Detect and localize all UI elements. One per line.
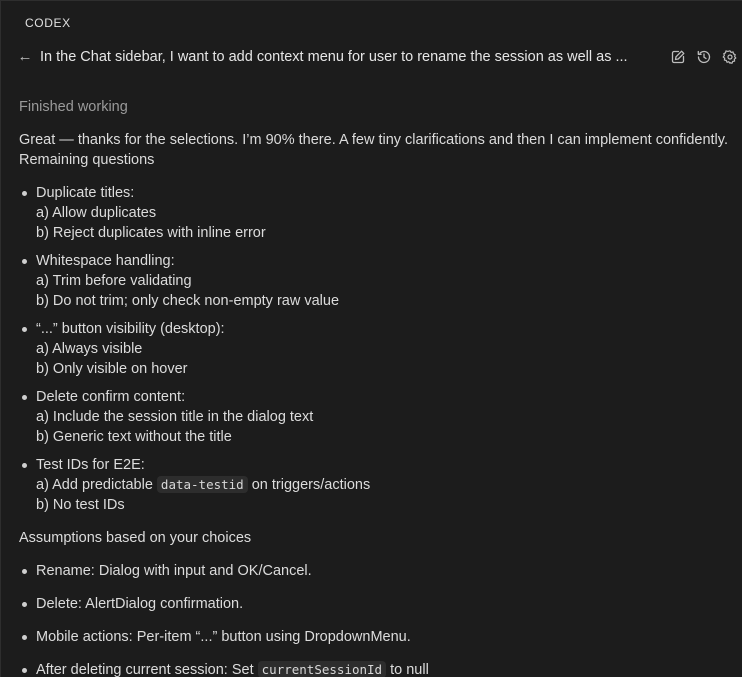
question-title: Duplicate titles: [36, 185, 135, 201]
option-a-text: a) Add predictable [36, 477, 157, 493]
question-title: “...” button visibility (desktop): [36, 321, 225, 337]
option-a: a) Always visible [36, 341, 143, 357]
list-item: “...” button visibility (desktop): a) Al… [19, 319, 729, 379]
option-a: a) Trim before validating [36, 273, 192, 289]
assumptions-list: Rename: Dialog with input and OK/Cancel.… [19, 561, 729, 677]
history-icon[interactable] [696, 49, 712, 65]
item-text: After deleting current session: Set [36, 662, 258, 677]
settings-icon[interactable] [722, 49, 738, 65]
option-b: b) Do not trim; only check non-empty raw… [36, 293, 340, 309]
panel-title: CODEX [25, 16, 71, 30]
intro-paragraph: Great — thanks for the selections. I’m 9… [19, 130, 729, 170]
list-item: Rename: Dialog with input and OK/Cancel. [19, 561, 729, 581]
option-b: b) No test IDs [36, 497, 125, 513]
list-item: Whitespace handling: a) Trim before vali… [19, 251, 729, 311]
question-title: Test IDs for E2E: [36, 457, 145, 473]
thread-header: ← In the Chat sidebar, I want to add con… [1, 45, 742, 71]
option-b: b) Reject duplicates with inline error [36, 225, 266, 241]
option-a-suffix: on triggers/actions [247, 477, 371, 493]
edit-icon[interactable] [670, 49, 686, 65]
option-a: a) Include the session title in the dial… [36, 409, 314, 425]
message-content: Finished working Great — thanks for the … [19, 97, 729, 677]
remaining-heading: Remaining questions [19, 152, 155, 168]
question-title: Delete confirm content: [36, 389, 186, 405]
intro-line: Great — thanks for the selections. I’m 9… [19, 132, 728, 148]
inline-code: currentSessionId [257, 661, 387, 677]
codex-panel: CODEX ← In the Chat sidebar, I want to a… [0, 0, 742, 677]
list-item: Mobile actions: Per-item “...” button us… [19, 627, 729, 647]
list-item: Test IDs for E2E: a) Add predictable dat… [19, 455, 729, 515]
option-a: a) Add predictable data-testid on trigge… [36, 475, 729, 495]
thread-title: In the Chat sidebar, I want to add conte… [40, 49, 628, 65]
list-item: Duplicate titles: a) Allow duplicates b)… [19, 183, 729, 243]
arrow-left-icon[interactable]: ← [17, 48, 33, 66]
questions-list: Duplicate titles: a) Allow duplicates b)… [19, 183, 729, 515]
option-b: b) Generic text without the title [36, 429, 232, 445]
list-item: Delete: AlertDialog confirmation. [19, 594, 729, 614]
question-title: Whitespace handling: [36, 253, 175, 269]
option-b: b) Only visible on hover [36, 361, 188, 377]
inline-code: data-testid [156, 476, 248, 493]
item-suffix: to null [386, 662, 429, 677]
status-text: Finished working [19, 99, 128, 115]
list-item: After deleting current session: Set curr… [19, 660, 729, 677]
assumptions-heading: Assumptions based on your choices [19, 530, 252, 546]
list-item: Delete confirm content: a) Include the s… [19, 387, 729, 447]
option-a: a) Allow duplicates [36, 205, 157, 221]
